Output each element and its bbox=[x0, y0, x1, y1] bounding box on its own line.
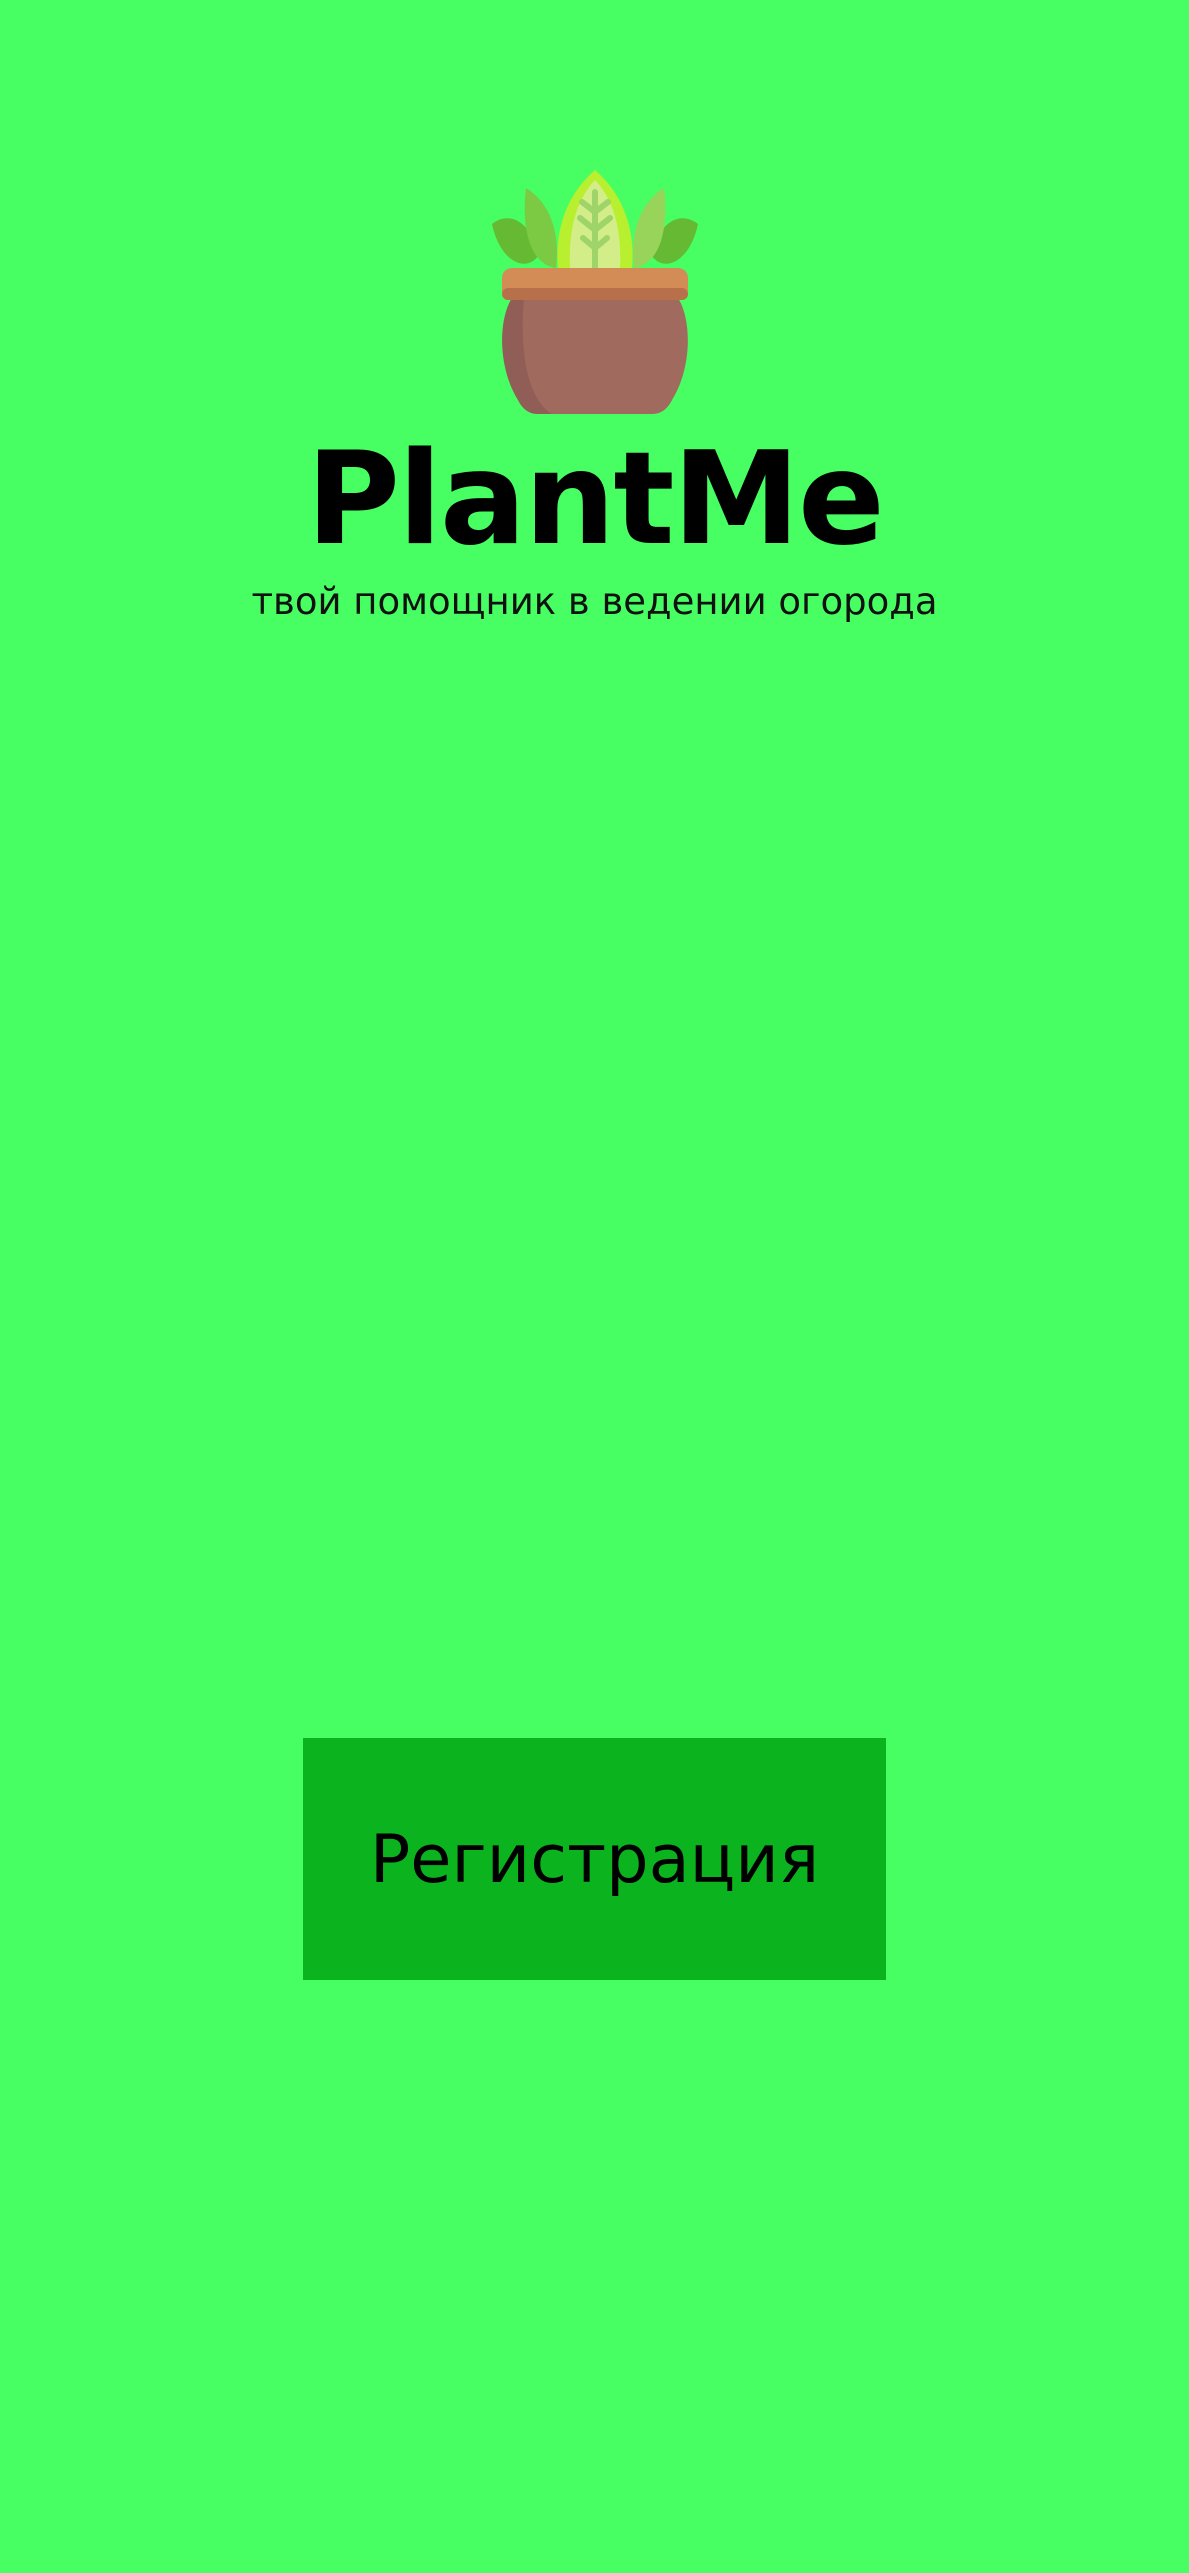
app-subtitle: твой помощник в ведении огорода bbox=[251, 580, 938, 623]
app-title: PlantMe bbox=[306, 425, 885, 574]
welcome-screen: PlantMe твой помощник в ведении огорода … bbox=[0, 0, 1189, 2573]
register-button[interactable]: Регистрация bbox=[303, 1738, 886, 1980]
potted-plant-icon bbox=[490, 170, 700, 420]
